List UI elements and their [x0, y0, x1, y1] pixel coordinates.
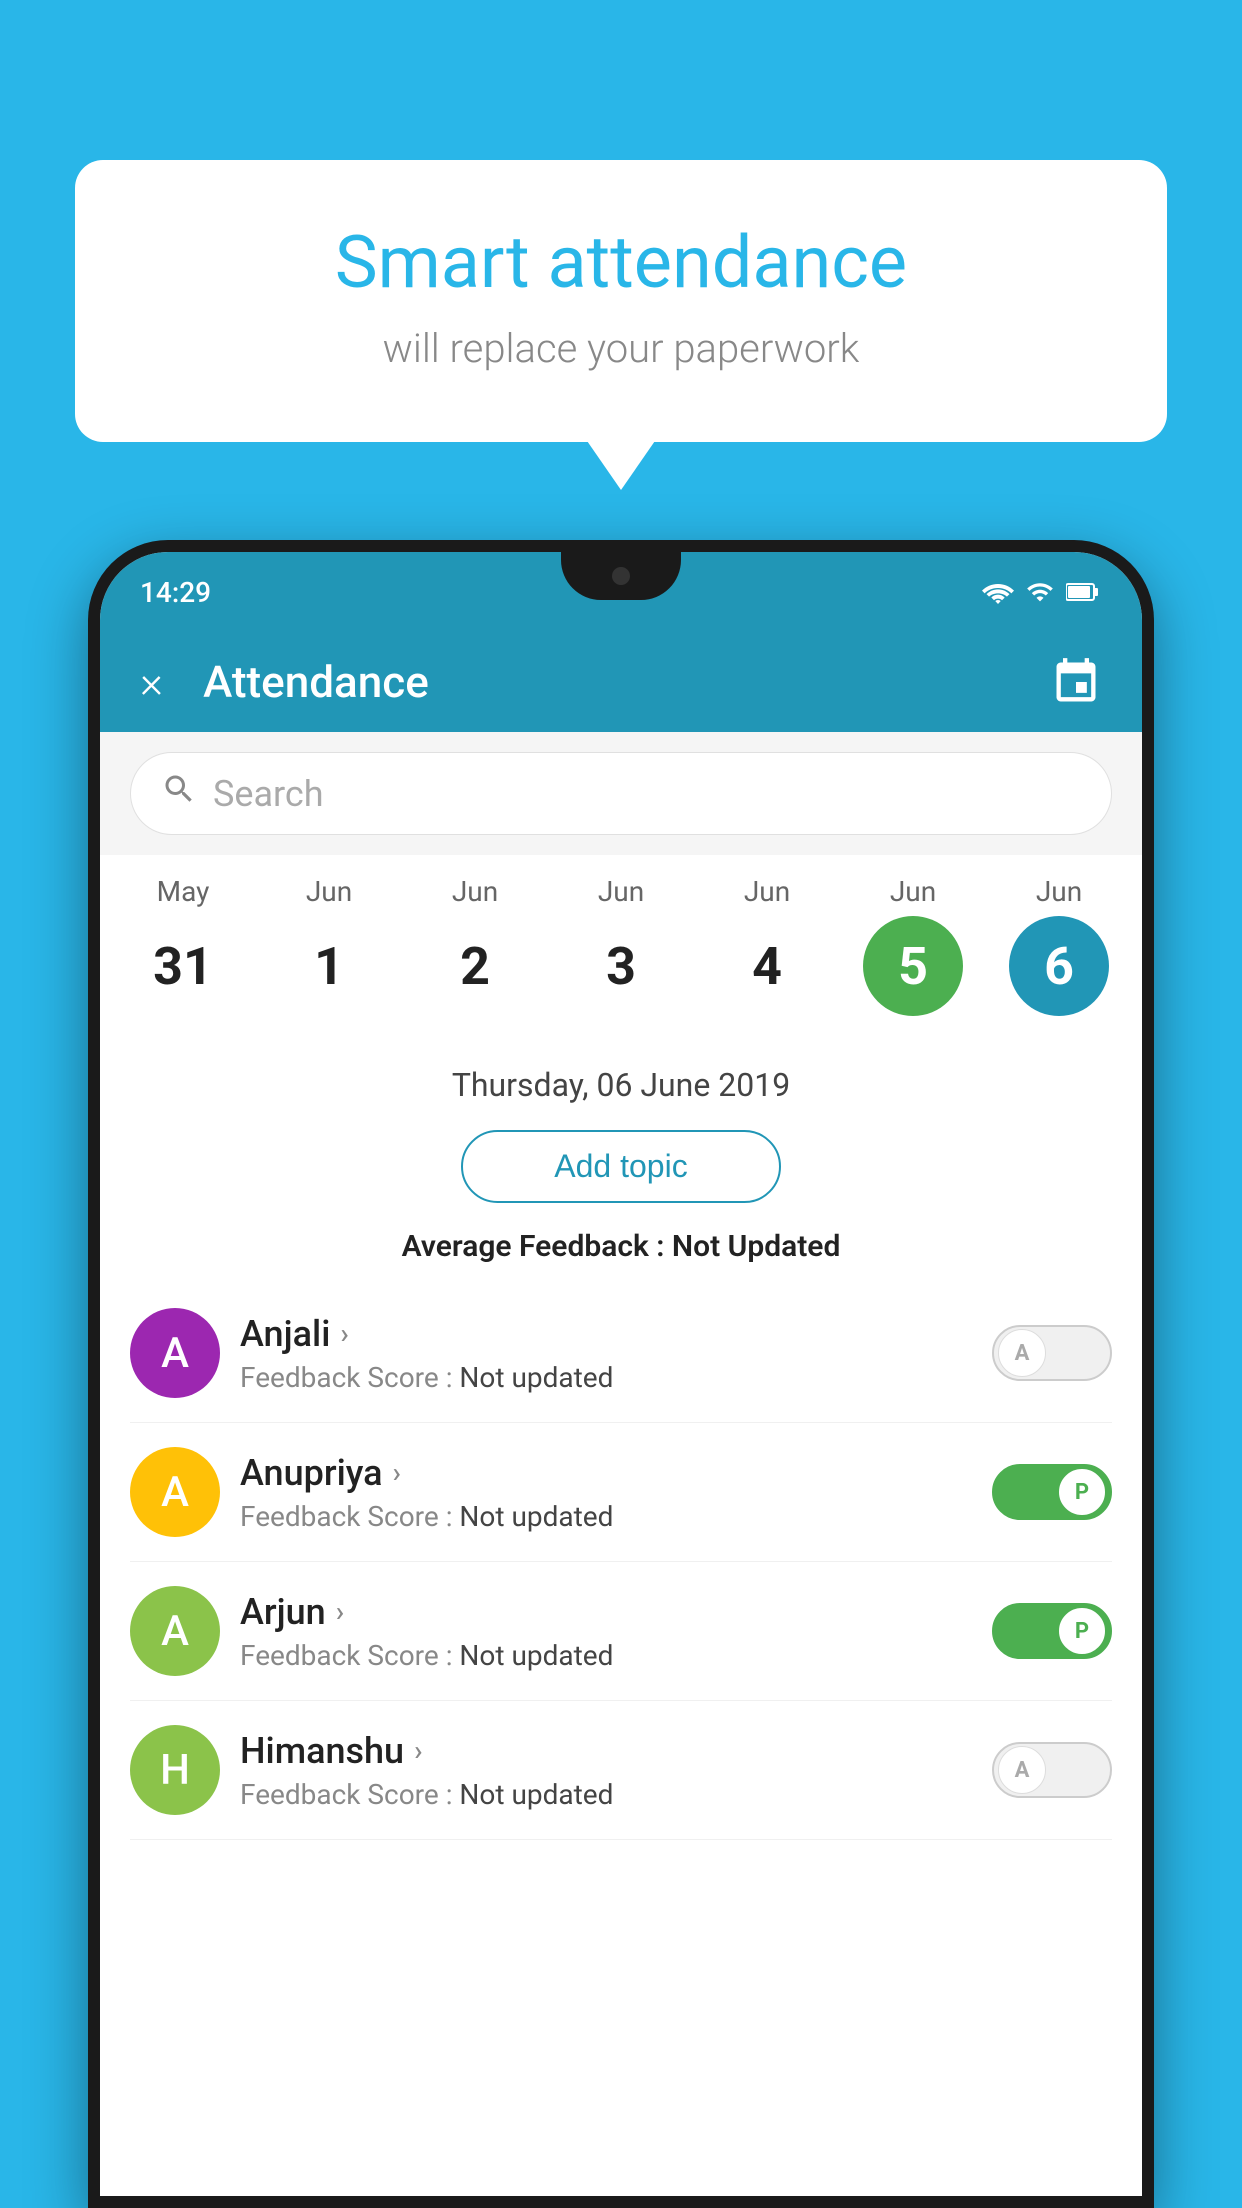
- attendance-toggle-wrap: P: [992, 1603, 1112, 1659]
- toggle-thumb: P: [1058, 1607, 1106, 1655]
- phone-screen: 14:29: [100, 552, 1142, 2196]
- wifi-icon: [982, 578, 1014, 606]
- avatar: A: [130, 1308, 220, 1398]
- search-placeholder: Search: [213, 773, 324, 815]
- calendar-day[interactable]: Jun 4: [697, 875, 837, 1016]
- cal-month: May: [157, 875, 210, 908]
- calendar-day[interactable]: Jun 6: [989, 875, 1129, 1016]
- avatar: A: [130, 1586, 220, 1676]
- selected-date: Thursday, 06 June 2019: [100, 1056, 1142, 1114]
- app-bar: × Attendance: [100, 632, 1142, 732]
- student-name: Anjali ›: [240, 1313, 972, 1355]
- attendance-toggle[interactable]: P: [992, 1603, 1112, 1659]
- student-list: AAnjali ›Feedback Score : Not updatedAAA…: [100, 1284, 1142, 1840]
- chevron-icon: ›: [414, 1734, 422, 1767]
- speech-bubble-title: Smart attendance: [155, 220, 1087, 305]
- cal-month: Jun: [598, 875, 644, 908]
- avg-feedback-label: Average Feedback :: [402, 1229, 672, 1264]
- attendance-toggle-wrap: P: [992, 1464, 1112, 1520]
- feedback-score: Feedback Score : Not updated: [240, 1361, 972, 1394]
- attendance-toggle[interactable]: A: [992, 1742, 1112, 1798]
- calendar-day[interactable]: Jun 3: [551, 875, 691, 1016]
- avg-feedback-value: Not Updated: [672, 1229, 840, 1264]
- student-name: Arjun ›: [240, 1591, 972, 1633]
- student-info: Arjun › Feedback Score : Not updated: [220, 1591, 992, 1672]
- calendar-day[interactable]: Jun 1: [259, 875, 399, 1016]
- calendar-day[interactable]: Jun 2: [405, 875, 545, 1016]
- search-bar-container: Search: [100, 732, 1142, 855]
- chevron-icon: ›: [340, 1317, 348, 1350]
- student-info: Himanshu › Feedback Score : Not updated: [220, 1730, 992, 1811]
- cal-month: Jun: [1036, 875, 1082, 908]
- attendance-toggle[interactable]: A: [992, 1325, 1112, 1381]
- calendar-icon[interactable]: [1050, 656, 1102, 708]
- calendar-row: May 31 Jun 1 Jun 2 Jun 3 Jun 4 Jun 5 Jun 6: [100, 855, 1142, 1036]
- cal-month: Jun: [744, 875, 790, 908]
- chevron-icon: ›: [393, 1456, 401, 1489]
- cal-date: 31: [133, 916, 233, 1016]
- feedback-score: Feedback Score : Not updated: [240, 1500, 972, 1533]
- calendar-day[interactable]: May 31: [113, 875, 253, 1016]
- chevron-icon: ›: [336, 1595, 344, 1628]
- attendance-toggle[interactable]: P: [992, 1464, 1112, 1520]
- attendance-toggle-wrap: A: [992, 1742, 1112, 1798]
- cal-month: Jun: [452, 875, 498, 908]
- phone-frame: 14:29: [88, 540, 1154, 2208]
- toggle-thumb: P: [1058, 1468, 1106, 1516]
- signal-icon: [1026, 578, 1054, 606]
- close-button[interactable]: ×: [140, 656, 163, 708]
- content-area: Thursday, 06 June 2019 Add topic Average…: [100, 1036, 1142, 1860]
- student-name: Anupriya ›: [240, 1452, 972, 1494]
- status-icons: [982, 578, 1102, 606]
- cal-date: 6: [1009, 916, 1109, 1016]
- avatar: A: [130, 1447, 220, 1537]
- cal-month: Jun: [890, 875, 936, 908]
- toggle-thumb: A: [998, 1746, 1046, 1794]
- speech-bubble: Smart attendance will replace your paper…: [75, 160, 1167, 442]
- calendar-day[interactable]: Jun 5: [843, 875, 983, 1016]
- cal-date: 1: [279, 916, 379, 1016]
- feedback-score: Feedback Score : Not updated: [240, 1778, 972, 1811]
- cal-month: Jun: [306, 875, 352, 908]
- camera-dot: [612, 567, 630, 585]
- notch-cutout: [561, 552, 681, 600]
- student-name: Himanshu ›: [240, 1730, 972, 1772]
- search-input-wrapper[interactable]: Search: [130, 752, 1112, 835]
- cal-date: 3: [571, 916, 671, 1016]
- cal-date: 5: [863, 916, 963, 1016]
- student-row[interactable]: A Anjali › Feedback Score : Not updated A: [130, 1284, 1112, 1423]
- status-bar: 14:29: [100, 552, 1142, 632]
- speech-bubble-subtitle: will replace your paperwork: [155, 325, 1087, 372]
- student-info: Anupriya › Feedback Score : Not updated: [220, 1452, 992, 1533]
- avatar: H: [130, 1725, 220, 1815]
- feedback-score: Feedback Score : Not updated: [240, 1639, 972, 1672]
- student-info: Anjali › Feedback Score : Not updated: [220, 1313, 992, 1394]
- attendance-toggle-wrap: A: [992, 1325, 1112, 1381]
- app-bar-title: Attendance: [203, 656, 1050, 708]
- cal-date: 2: [425, 916, 525, 1016]
- student-row[interactable]: A Anupriya › Feedback Score : Not updated P: [130, 1423, 1112, 1562]
- add-topic-button[interactable]: Add topic: [461, 1130, 781, 1203]
- battery-icon: [1066, 578, 1102, 606]
- toggle-thumb: A: [998, 1329, 1046, 1377]
- status-time: 14:29: [140, 576, 211, 609]
- student-row[interactable]: A Arjun › Feedback Score : Not updated P: [130, 1562, 1112, 1701]
- student-row[interactable]: H Himanshu › Feedback Score : Not updated A: [130, 1701, 1112, 1840]
- search-icon: [161, 771, 197, 816]
- avg-feedback: Average Feedback : Not Updated: [100, 1219, 1142, 1284]
- cal-date: 4: [717, 916, 817, 1016]
